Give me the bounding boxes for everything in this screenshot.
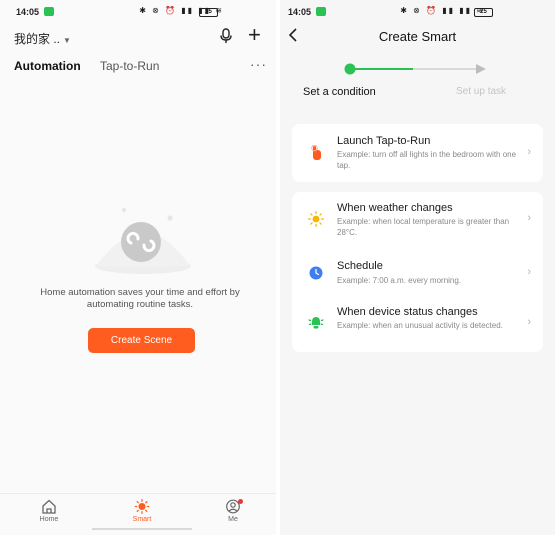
status-bar: 14:05 ✱ ⊗ ⏰ ▮▮ ▮▮ ≋ 25	[280, 6, 555, 20]
option-description: Example: when local temperature is great…	[337, 217, 510, 237]
option-device-status[interactable]: When device status changes Example: when…	[292, 298, 543, 352]
option-title: Launch Tap-to-Run	[337, 135, 431, 147]
nav-me[interactable]: Me	[208, 499, 258, 523]
nav-smart-label: Smart	[132, 516, 152, 523]
battery-icon: 25	[199, 8, 218, 17]
more-options-icon[interactable]: ···	[250, 56, 267, 72]
device-icon	[308, 317, 324, 329]
status-time: 14:05	[288, 7, 312, 17]
smart-screen: 14:05 ✱ ⊗ ⏰ ▮▮ ▮▮ ≋ 25 我的家 .. ▼ + Automat…	[0, 0, 276, 535]
chevron-right-icon: ›	[527, 146, 531, 158]
option-card: When weather changes Example: when local…	[292, 192, 543, 352]
chevron-right-icon: ›	[527, 266, 531, 278]
home-icon	[42, 499, 56, 514]
step-current: Set a condition	[303, 86, 376, 98]
home-indicator	[92, 528, 192, 530]
tab-bar: Automation Tap-to-Run	[14, 59, 159, 73]
notification-dot	[238, 499, 243, 504]
status-icons: ✱ ⊗ ⏰ ▮▮ ▮▮ ≋	[400, 6, 485, 15]
status-bar: 14:05 ✱ ⊗ ⏰ ▮▮ ▮▮ ≋ 25	[0, 6, 276, 20]
option-schedule[interactable]: Schedule Example: 7:00 a.m. every mornin…	[292, 250, 543, 296]
empty-state-message: Home automation saves your time and effo…	[40, 287, 240, 310]
tap-hand-icon	[311, 145, 321, 160]
microphone-icon[interactable]	[219, 28, 233, 44]
nav-home[interactable]: Home	[24, 499, 74, 523]
option-title: When weather changes	[337, 202, 453, 214]
sun-icon	[308, 211, 324, 227]
bottom-navigation: Home Smart Me	[0, 493, 276, 535]
clock-icon	[309, 266, 323, 280]
chevron-right-icon: ›	[527, 316, 531, 328]
page-title: Create Smart	[378, 29, 457, 44]
step-next: Set up task	[456, 86, 507, 97]
nav-home-label: Home	[39, 516, 59, 523]
smart-sun-icon	[134, 499, 150, 514]
option-weather[interactable]: When weather changes Example: when local…	[292, 192, 543, 248]
option-card: Launch Tap-to-Run Example: turn off all …	[292, 124, 543, 182]
caret-down-icon: ▼	[63, 36, 71, 45]
option-launch-tap-to-run[interactable]: Launch Tap-to-Run Example: turn off all …	[292, 124, 543, 182]
battery-icon: 25	[474, 8, 493, 17]
tab-tap-to-run[interactable]: Tap-to-Run	[100, 59, 159, 73]
add-icon[interactable]: +	[248, 24, 261, 46]
nav-me-label: Me	[228, 516, 238, 523]
option-title: Schedule	[337, 260, 383, 272]
home-name: 我的家 ..	[14, 32, 61, 46]
step-progress	[344, 63, 486, 75]
create-smart-screen: 14:05 ✱ ⊗ ⏰ ▮▮ ▮▮ ≋ 25 Create Smart Set …	[280, 0, 555, 535]
chevron-right-icon: ›	[527, 212, 531, 224]
status-time: 14:05	[16, 7, 40, 17]
create-scene-button[interactable]: Create Scene	[88, 328, 195, 353]
automation-illustration	[95, 208, 191, 274]
option-description: Example: when an unusual activity is det…	[337, 321, 503, 330]
nav-smart[interactable]: Smart	[117, 499, 167, 523]
option-title: When device status changes	[337, 306, 478, 318]
message-notification-icon	[316, 7, 326, 16]
message-notification-icon	[44, 7, 54, 16]
tab-automation[interactable]: Automation	[14, 59, 81, 73]
option-description: Example: turn off all lights in the bedr…	[337, 150, 517, 170]
home-selector[interactable]: 我的家 .. ▼	[14, 30, 71, 47]
option-description: Example: 7:00 a.m. every morning.	[337, 276, 462, 285]
